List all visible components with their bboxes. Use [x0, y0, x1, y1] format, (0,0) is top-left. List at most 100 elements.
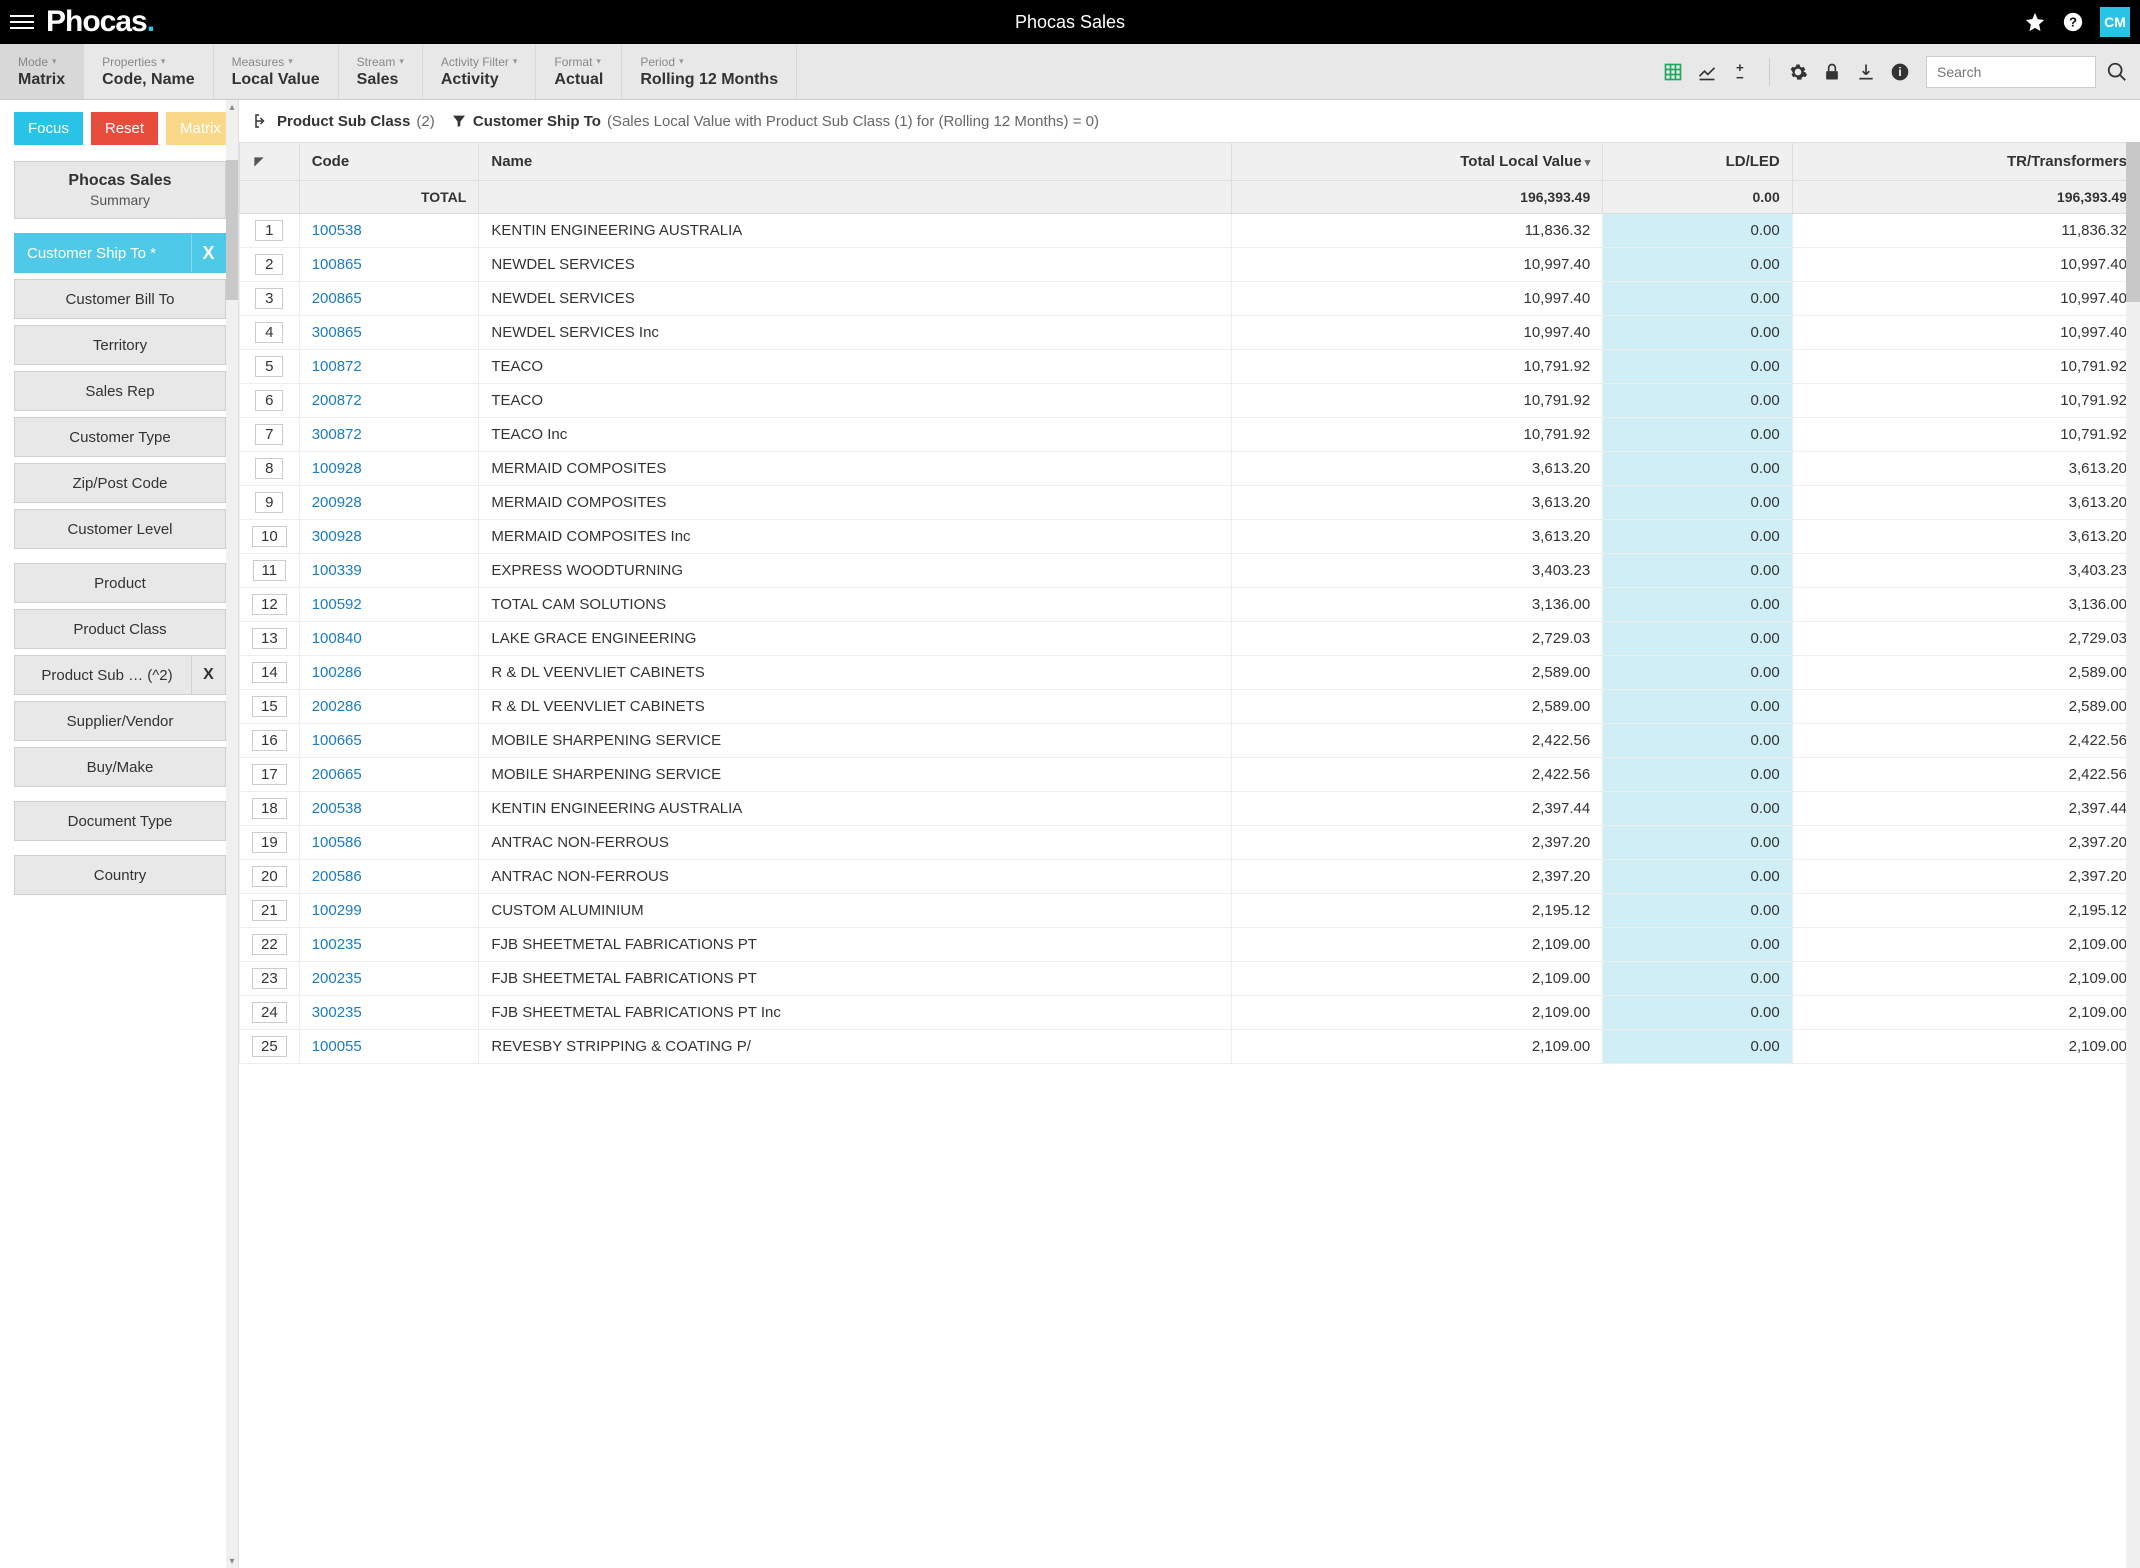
- cell-code[interactable]: 100928: [299, 452, 479, 486]
- col-index[interactable]: [240, 143, 300, 181]
- table-row[interactable]: 3 200865 NEWDEL SERVICES 10,997.40 0.00 …: [240, 282, 2140, 316]
- close-icon[interactable]: X: [191, 656, 225, 694]
- ribbon-mode[interactable]: Mode ▾Matrix: [0, 44, 84, 99]
- ribbon-format[interactable]: Format ▾Actual: [536, 44, 622, 99]
- sidebar-item-product[interactable]: Product: [14, 563, 226, 603]
- cell-code[interactable]: 100840: [299, 622, 479, 656]
- table-row[interactable]: 23 200235 FJB SHEETMETAL FABRICATIONS PT…: [240, 962, 2140, 996]
- ribbon-measures[interactable]: Measures ▾Local Value: [214, 44, 339, 99]
- breadcrumb-item-2[interactable]: Customer Ship To: [473, 113, 601, 130]
- col-name[interactable]: Name: [479, 143, 1232, 181]
- table-row[interactable]: 15 200286 R & DL VEENVLIET CABINETS 2,58…: [240, 690, 2140, 724]
- cell-code[interactable]: 200538: [299, 792, 479, 826]
- sidebar-item-customer-type[interactable]: Customer Type: [14, 417, 226, 457]
- info-icon[interactable]: i: [1890, 62, 1910, 82]
- sidebar-scrollbar[interactable]: ▴ ▾: [226, 100, 238, 1568]
- cell-code[interactable]: 100538: [299, 214, 479, 248]
- filter-icon[interactable]: [451, 113, 467, 129]
- ribbon-activity-filter[interactable]: Activity Filter ▾Activity: [423, 44, 537, 99]
- cell-code[interactable]: 100586: [299, 826, 479, 860]
- col-ld-led[interactable]: LD/LED: [1603, 143, 1793, 181]
- chart-icon[interactable]: [1697, 62, 1717, 82]
- col-tr-transformers[interactable]: TR/Transformers: [1792, 143, 2139, 181]
- table-row[interactable]: 2 100865 NEWDEL SERVICES 10,997.40 0.00 …: [240, 248, 2140, 282]
- cell-code[interactable]: 100592: [299, 588, 479, 622]
- cell-code[interactable]: 100055: [299, 1030, 479, 1064]
- sidebar-item-customer-bill-to[interactable]: Customer Bill To: [14, 279, 226, 319]
- table-row[interactable]: 16 100665 MOBILE SHARPENING SERVICE 2,42…: [240, 724, 2140, 758]
- cell-code[interactable]: 200665: [299, 758, 479, 792]
- cell-code[interactable]: 100872: [299, 350, 479, 384]
- col-total-local-value[interactable]: Total Local Value: [1232, 143, 1603, 181]
- table-row[interactable]: 24 300235 FJB SHEETMETAL FABRICATIONS PT…: [240, 996, 2140, 1030]
- search-input[interactable]: [1926, 56, 2096, 88]
- cell-code[interactable]: 200865: [299, 282, 479, 316]
- table-row[interactable]: 17 200665 MOBILE SHARPENING SERVICE 2,42…: [240, 758, 2140, 792]
- cell-code[interactable]: 100339: [299, 554, 479, 588]
- table-row[interactable]: 20 200586 ANTRAC NON-FERROUS 2,397.20 0.…: [240, 860, 2140, 894]
- cell-code[interactable]: 100286: [299, 656, 479, 690]
- user-avatar[interactable]: CM: [2100, 7, 2130, 37]
- focus-button[interactable]: Focus: [14, 112, 83, 145]
- sidebar-item-zip-post-code[interactable]: Zip/Post Code: [14, 463, 226, 503]
- grid-icon[interactable]: [1663, 62, 1683, 82]
- menu-icon[interactable]: [10, 10, 34, 34]
- table-row[interactable]: 12 100592 TOTAL CAM SOLUTIONS 3,136.00 0…: [240, 588, 2140, 622]
- star-icon[interactable]: [2024, 11, 2046, 33]
- cell-code[interactable]: 200235: [299, 962, 479, 996]
- cell-code[interactable]: 300865: [299, 316, 479, 350]
- sidebar-item-document-type[interactable]: Document Type: [14, 801, 226, 841]
- sidebar-item-country[interactable]: Country: [14, 855, 226, 895]
- table-row[interactable]: 14 100286 R & DL VEENVLIET CABINETS 2,58…: [240, 656, 2140, 690]
- table-row[interactable]: 11 100339 EXPRESS WOODTURNING 3,403.23 0…: [240, 554, 2140, 588]
- table-row[interactable]: 1 100538 KENTIN ENGINEERING AUSTRALIA 11…: [240, 214, 2140, 248]
- cell-code[interactable]: 100299: [299, 894, 479, 928]
- table-row[interactable]: 18 200538 KENTIN ENGINEERING AUSTRALIA 2…: [240, 792, 2140, 826]
- table-row[interactable]: 13 100840 LAKE GRACE ENGINEERING 2,729.0…: [240, 622, 2140, 656]
- table-row[interactable]: 9 200928 MERMAID COMPOSITES 3,613.20 0.0…: [240, 486, 2140, 520]
- cell-code[interactable]: 300235: [299, 996, 479, 1030]
- matrix-button[interactable]: Matrix: [166, 112, 235, 145]
- table-row[interactable]: 10 300928 MERMAID COMPOSITES Inc 3,613.2…: [240, 520, 2140, 554]
- sidebar-item-product-class[interactable]: Product Class: [14, 609, 226, 649]
- ribbon-stream[interactable]: Stream ▾Sales: [339, 44, 423, 99]
- table-row[interactable]: 21 100299 CUSTOM ALUMINIUM 2,195.12 0.00…: [240, 894, 2140, 928]
- sidebar-item-supplier-vendor[interactable]: Supplier/Vendor: [14, 701, 226, 741]
- sidebar-item-territory[interactable]: Territory: [14, 325, 226, 365]
- cell-code[interactable]: 300928: [299, 520, 479, 554]
- help-icon[interactable]: ?: [2062, 11, 2084, 33]
- table-row[interactable]: 7 300872 TEACO Inc 10,791.92 0.00 10,791…: [240, 418, 2140, 452]
- sidebar-item-buy-make[interactable]: Buy/Make: [14, 747, 226, 787]
- cell-code[interactable]: 100665: [299, 724, 479, 758]
- table-row[interactable]: 5 100872 TEACO 10,791.92 0.00 10,791.92: [240, 350, 2140, 384]
- close-icon[interactable]: X: [191, 234, 225, 272]
- cell-code[interactable]: 200928: [299, 486, 479, 520]
- table-row[interactable]: 8 100928 MERMAID COMPOSITES 3,613.20 0.0…: [240, 452, 2140, 486]
- table-row[interactable]: 6 200872 TEACO 10,791.92 0.00 10,791.92: [240, 384, 2140, 418]
- table-scrollbar[interactable]: [2126, 142, 2140, 1568]
- cell-code[interactable]: 100235: [299, 928, 479, 962]
- logo[interactable]: Phocas.: [46, 5, 154, 39]
- cell-code[interactable]: 200872: [299, 384, 479, 418]
- sidebar-item-customer-level[interactable]: Customer Level: [14, 509, 226, 549]
- ribbon-period[interactable]: Period ▾Rolling 12 Months: [622, 44, 797, 99]
- sidebar-item-product-sub-2-[interactable]: Product Sub … (^2)X: [14, 655, 226, 695]
- cell-code[interactable]: 100865: [299, 248, 479, 282]
- breadcrumb-item-1[interactable]: Product Sub Class: [277, 113, 410, 130]
- plus-minus-icon[interactable]: +−: [1731, 62, 1751, 82]
- reset-button[interactable]: Reset: [91, 112, 158, 145]
- hierarchy-icon[interactable]: [253, 112, 271, 130]
- search-icon[interactable]: [2106, 61, 2128, 83]
- cell-code[interactable]: 200286: [299, 690, 479, 724]
- lock-icon[interactable]: [1822, 62, 1842, 82]
- sidebar-item-customer-ship-to-[interactable]: Customer Ship To *X: [14, 233, 226, 273]
- ribbon-properties[interactable]: Properties ▾Code, Name: [84, 44, 213, 99]
- sidebar-item-sales-rep[interactable]: Sales Rep: [14, 371, 226, 411]
- table-row[interactable]: 25 100055 REVESBY STRIPPING & COATING P/…: [240, 1030, 2140, 1064]
- gear-icon[interactable]: [1788, 62, 1808, 82]
- col-code[interactable]: Code: [299, 143, 479, 181]
- cell-code[interactable]: 300872: [299, 418, 479, 452]
- table-row[interactable]: 19 100586 ANTRAC NON-FERROUS 2,397.20 0.…: [240, 826, 2140, 860]
- sidebar-summary-card[interactable]: Phocas Sales Summary: [14, 161, 226, 219]
- cell-code[interactable]: 200586: [299, 860, 479, 894]
